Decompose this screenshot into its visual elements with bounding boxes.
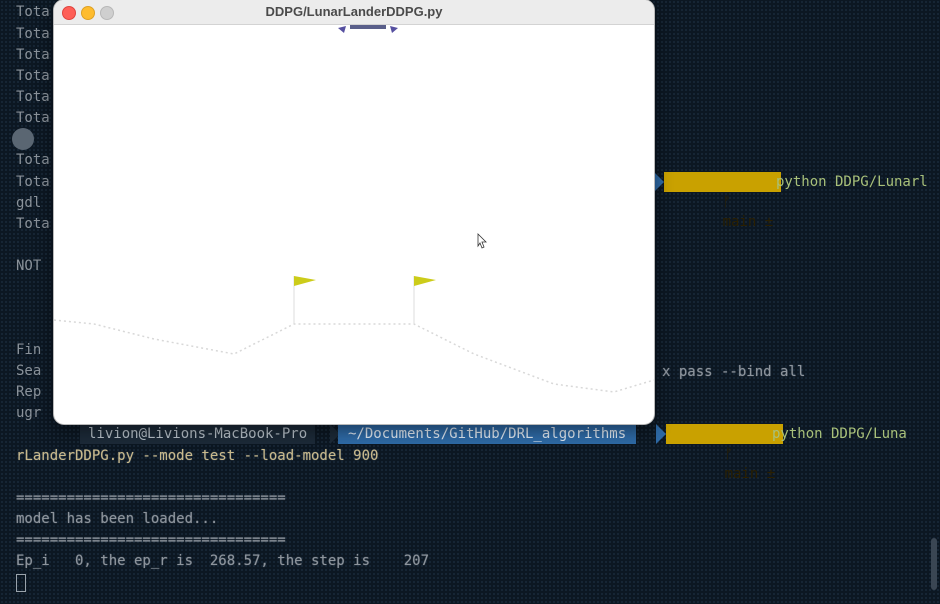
user-host-segment: livion@Livions-MacBook-Pro <box>80 424 316 444</box>
history-line: Sea <box>16 363 42 379</box>
history-line: Tota <box>16 47 50 63</box>
lunar-lander-scene <box>54 25 654 393</box>
command-text: python DDPG/Luna <box>772 426 907 442</box>
path-segment: ~/Documents/GitHub/DRL_algorithms <box>338 424 637 444</box>
powerline-separator <box>656 424 666 444</box>
branch-icon: ᚠ <box>724 446 733 462</box>
left-flag <box>293 276 316 324</box>
terrain-line <box>54 319 654 393</box>
command-continuation: rLanderDDPG.py --mode test --load-model … <box>16 448 379 464</box>
history-line: Tota <box>16 216 50 232</box>
powerline-separator <box>654 172 664 192</box>
window-titlebar[interactable]: DDPG/LunarLanderDDPG.py <box>54 0 654 25</box>
powerline-separator <box>762 172 772 192</box>
touch-indicator <box>12 128 34 150</box>
window-title: DDPG/LunarLanderDDPG.py <box>265 4 443 19</box>
lander <box>338 25 398 33</box>
branch-icon: ᚠ <box>722 194 731 210</box>
history-line: Tota <box>16 110 50 126</box>
git-branch-label: main ± <box>722 214 774 230</box>
output-fragment: x pass --bind all <box>662 364 806 380</box>
scrollbar[interactable] <box>931 538 937 590</box>
history-line: Tota <box>16 152 50 168</box>
history-line: NOT <box>16 258 42 274</box>
output-line: Ep_i 0, the ep_r is 268.57, the step is … <box>16 553 430 569</box>
output-line: ================================ <box>16 532 286 548</box>
output-line: model has been loaded... <box>16 511 219 527</box>
output-line: ================================ <box>16 490 286 506</box>
history-line: Fin <box>16 342 42 358</box>
history-line: Tota <box>16 26 50 42</box>
history-line: gdl <box>16 195 42 211</box>
git-branch-label: main ± <box>724 466 776 482</box>
history-line: Tota <box>16 68 50 84</box>
right-flag <box>413 276 436 324</box>
powerline-separator <box>762 424 772 444</box>
history-line: Tota <box>16 174 50 190</box>
mouse-pointer-icon <box>477 233 487 249</box>
history-line: Tota <box>16 89 50 105</box>
history-line: ugr <box>16 405 42 421</box>
history-line: Rep <box>16 384 42 400</box>
game-window[interactable]: DDPG/LunarLanderDDPG.py <box>54 0 654 424</box>
history-line: Tota <box>16 4 50 20</box>
terminal-cursor <box>16 574 26 592</box>
command-text: python DDPG/Lunarl <box>776 174 928 190</box>
